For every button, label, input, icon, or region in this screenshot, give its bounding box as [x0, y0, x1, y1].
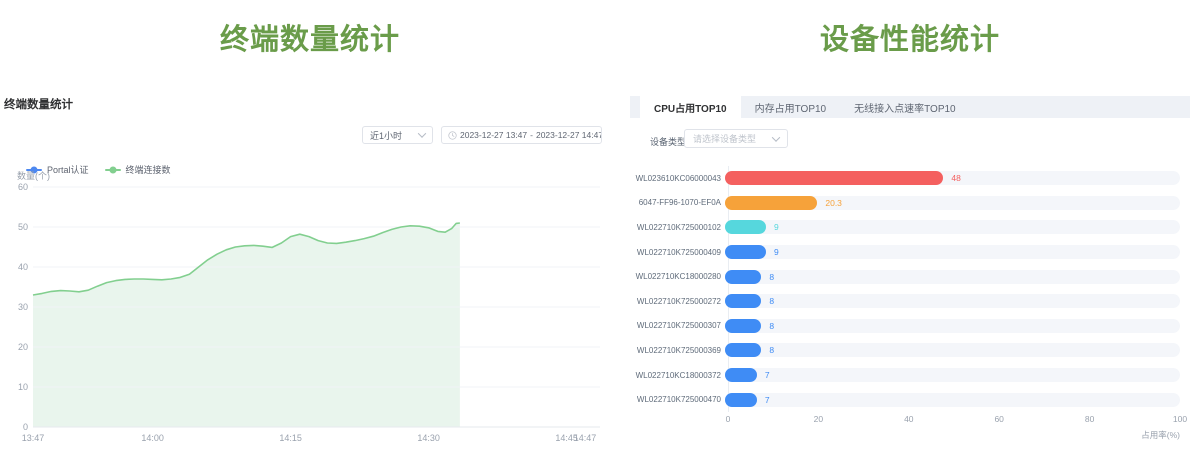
svg-text:14:15: 14:15	[279, 433, 302, 443]
bar-category-label: WL022710K725000369	[630, 346, 725, 355]
bar-zone: 20.3	[725, 196, 1180, 210]
bar[interactable]	[725, 270, 761, 284]
bar-zone: 9	[725, 245, 1180, 259]
tab-1[interactable]: 内存占用TOP10	[741, 96, 841, 118]
bar-value-label: 20.3	[825, 198, 842, 208]
svg-text:40: 40	[18, 262, 28, 272]
bar-value-label: 8	[769, 296, 774, 306]
bar-track	[725, 220, 1180, 234]
bar[interactable]	[725, 393, 757, 407]
bar-zone: 8	[725, 294, 1180, 308]
bar-category-label: WL023610KC06000043	[630, 174, 725, 183]
svg-text:60: 60	[18, 182, 28, 192]
bar[interactable]	[725, 319, 761, 333]
bar-track	[725, 245, 1180, 259]
bar-row: WL022710KC18000280 8	[630, 264, 1180, 289]
bar[interactable]	[725, 245, 766, 259]
svg-text:10: 10	[18, 382, 28, 392]
device-type-placeholder: 请选择设备类型	[693, 132, 756, 145]
device-type-label: 设备类型	[650, 135, 686, 148]
bar-zone: 48	[725, 171, 1180, 185]
chevron-down-icon	[772, 133, 780, 141]
bar-zone: 7	[725, 368, 1180, 382]
svg-text:14:00: 14:00	[141, 433, 164, 443]
bar-row: WL022710KC18000372 7	[630, 363, 1180, 388]
bar-zone: 8	[725, 270, 1180, 284]
bar-value-label: 8	[769, 272, 774, 282]
x-tick-label: 20	[814, 414, 823, 424]
bar[interactable]	[725, 343, 761, 357]
svg-text:14:47: 14:47	[574, 433, 597, 443]
bar-track	[725, 368, 1180, 382]
bar-x-axis: 020406080100	[630, 414, 1180, 426]
bar-value-label: 8	[769, 321, 774, 331]
bar[interactable]	[725, 294, 761, 308]
svg-text:20: 20	[18, 342, 28, 352]
bar-value-label: 48	[951, 173, 960, 183]
bar-track	[725, 270, 1180, 284]
bar-value-label: 8	[769, 345, 774, 355]
x-tick-label: 0	[726, 414, 731, 424]
svg-text:0: 0	[23, 422, 28, 432]
bar[interactable]	[725, 368, 757, 382]
x-tick-label: 100	[1173, 414, 1187, 424]
bar-x-axis-name: 占用率(%)	[1141, 429, 1180, 441]
device-performance-panel: 设备性能统计 CPU占用TOP10内存占用TOP10无线接入点速率TOP10 设…	[630, 0, 1190, 456]
bar-zone: 7	[725, 393, 1180, 407]
bar-track	[725, 343, 1180, 357]
bar-category-label: WL022710K725000307	[630, 321, 725, 330]
device-type-select[interactable]: 请选择设备类型	[684, 129, 788, 148]
bar[interactable]	[725, 220, 766, 234]
bar-value-label: 7	[765, 395, 770, 405]
bar-track	[725, 294, 1180, 308]
bar-category-label: WL022710K725000102	[630, 223, 725, 232]
bar-category-label: WL022710K725000409	[630, 248, 725, 257]
bar-track	[725, 393, 1180, 407]
bar-zone: 8	[725, 343, 1180, 357]
bar[interactable]	[725, 171, 943, 185]
bar[interactable]	[725, 196, 817, 210]
x-tick-label: 80	[1085, 414, 1094, 424]
right-page-title: 设备性能统计	[630, 16, 1190, 58]
bar-category-label: WL022710KC18000280	[630, 272, 725, 281]
bar-row: WL022710K725000307 8	[630, 314, 1180, 339]
x-tick-label: 40	[904, 414, 913, 424]
bar-value-label: 9	[774, 222, 779, 232]
bar-zone: 9	[725, 220, 1180, 234]
svg-text:30: 30	[18, 302, 28, 312]
bar-zone: 8	[725, 319, 1180, 333]
bar-category-label: WL022710K725000470	[630, 395, 725, 404]
terminal-line-chart: 010203040506013:4714:0014:1514:3014:4514…	[0, 0, 620, 456]
bar-row: WL022710K725000102 9	[630, 215, 1180, 240]
bar-rows: WL023610KC06000043 48 6047-FF96-1070-EF0A 2…	[630, 166, 1180, 412]
bar-row: WL022710K725000369 8	[630, 338, 1180, 363]
bar-row: 6047-FF96-1070-EF0A 20.3	[630, 191, 1180, 216]
bar-value-label: 7	[765, 370, 770, 380]
tab-0[interactable]: CPU占用TOP10	[640, 96, 741, 118]
tab-bar: CPU占用TOP10内存占用TOP10无线接入点速率TOP10	[630, 96, 1190, 118]
bar-track	[725, 319, 1180, 333]
terminal-count-panel: 终端数量统计 终端数量统计 近1小时 2023-12-27 13:47 - 20…	[0, 0, 620, 456]
bar-row: WL022710K725000409 9	[630, 240, 1180, 265]
svg-text:14:30: 14:30	[417, 433, 440, 443]
bar-category-label: WL022710K725000272	[630, 297, 725, 306]
bar-row: WL022710K725000470 7	[630, 387, 1180, 412]
bar-row: WL022710K725000272 8	[630, 289, 1180, 314]
tab-2[interactable]: 无线接入点速率TOP10	[840, 96, 970, 118]
svg-text:13:47: 13:47	[22, 433, 45, 443]
bar-category-label: WL022710KC18000372	[630, 371, 725, 380]
svg-text:50: 50	[18, 222, 28, 232]
bar-row: WL023610KC06000043 48	[630, 166, 1180, 191]
bar-category-label: 6047-FF96-1070-EF0A	[630, 198, 725, 207]
bar-value-label: 9	[774, 247, 779, 257]
x-tick-label: 60	[994, 414, 1003, 424]
